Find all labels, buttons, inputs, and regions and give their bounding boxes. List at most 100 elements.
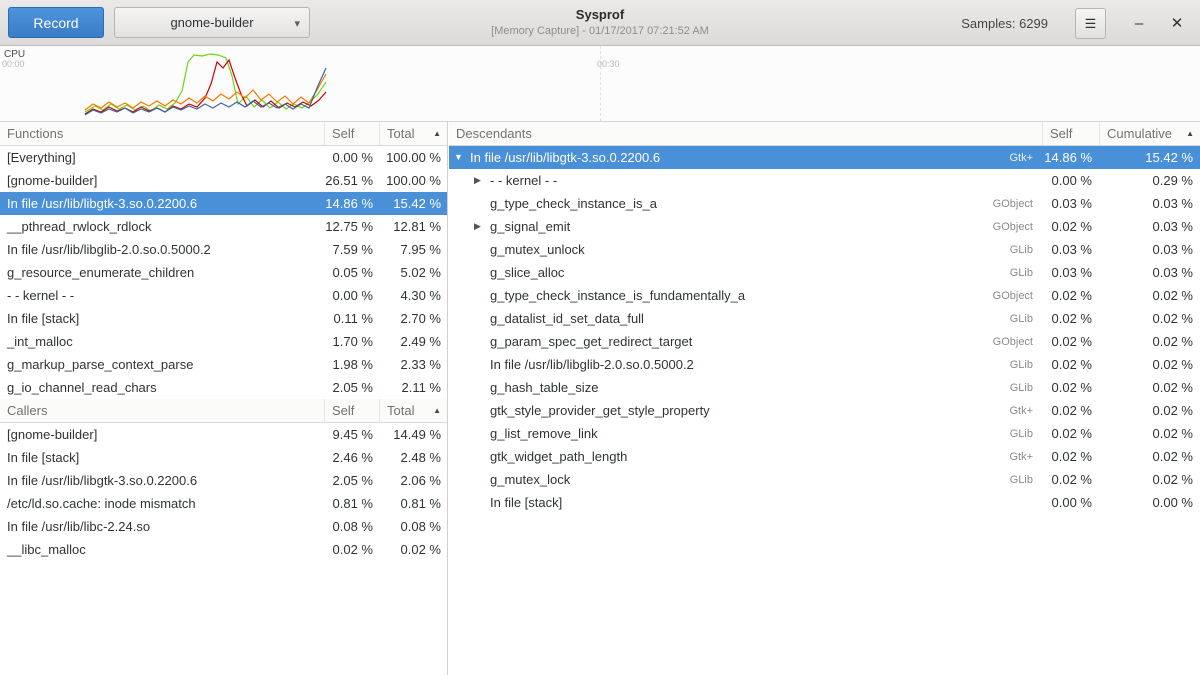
descendant-tree-cell: g_type_check_instance_is_aGObject xyxy=(449,196,1043,211)
descendant-row[interactable]: ▼In file /usr/lib/libgtk-3.so.0.2200.6Gt… xyxy=(449,146,1200,169)
function-row-self: 0.11 % xyxy=(325,311,380,326)
caller-row[interactable]: /etc/ld.so.cache: inode mismatch0.81 %0.… xyxy=(0,492,447,515)
descendant-row[interactable]: In file /usr/lib/libglib-2.0.so.0.5000.2… xyxy=(449,353,1200,376)
close-icon: ✕ xyxy=(1171,14,1184,32)
caller-row-name: __libc_malloc xyxy=(0,542,325,557)
descendant-self: 14.86 % xyxy=(1043,150,1100,165)
descendant-row[interactable]: ▶g_signal_emitGObject0.02 %0.03 % xyxy=(449,215,1200,238)
caller-row-total: 0.08 % xyxy=(380,519,447,534)
descendant-row[interactable]: g_datalist_id_set_data_fullGLib0.02 %0.0… xyxy=(449,307,1200,330)
caller-row[interactable]: In file [stack]2.46 %2.48 % xyxy=(0,446,447,469)
caller-row-self: 9.45 % xyxy=(325,427,380,442)
descendant-name: g_list_remove_link xyxy=(490,426,1010,441)
descendant-cumulative: 0.02 % xyxy=(1100,288,1200,303)
function-row-name: - - kernel - - xyxy=(0,288,325,303)
descendant-row[interactable]: gtk_style_provider_get_style_propertyGtk… xyxy=(449,399,1200,422)
close-button[interactable]: ✕ xyxy=(1162,8,1192,38)
callers-total-column-header[interactable]: Total ▲ xyxy=(380,399,447,422)
descendant-self: 0.02 % xyxy=(1043,311,1100,326)
descendant-self: 0.03 % xyxy=(1043,265,1100,280)
samples-count: Samples: 6299 xyxy=(961,0,1048,46)
descendant-tree-cell: ▼In file /usr/lib/libgtk-3.so.0.2200.6Gt… xyxy=(449,150,1043,165)
descendant-cumulative: 0.02 % xyxy=(1100,449,1200,464)
descendant-tree-cell: ▶- - kernel - - xyxy=(449,173,1043,188)
callers-column-header[interactable]: Callers xyxy=(0,399,325,422)
function-row-total: 2.11 % xyxy=(380,380,447,395)
descendant-row[interactable]: g_hash_table_sizeGLib0.02 %0.02 % xyxy=(449,376,1200,399)
function-row-name: In file [stack] xyxy=(0,311,325,326)
descendants-column-header[interactable]: Descendants xyxy=(449,122,1043,145)
caller-row-total: 0.02 % xyxy=(380,542,447,557)
function-row-name: In file /usr/lib/libgtk-3.so.0.2200.6 xyxy=(0,196,325,211)
function-row[interactable]: [Everything]0.00 %100.00 % xyxy=(0,146,447,169)
descendant-cumulative: 0.02 % xyxy=(1100,403,1200,418)
function-row[interactable]: g_markup_parse_context_parse1.98 %2.33 % xyxy=(0,353,447,376)
descendants-table-body: ▼In file /usr/lib/libgtk-3.so.0.2200.6Gt… xyxy=(449,146,1200,514)
record-button[interactable]: Record xyxy=(8,7,104,38)
descendant-row[interactable]: g_mutex_lockGLib0.02 %0.02 % xyxy=(449,468,1200,491)
descendant-category: GLib xyxy=(1010,382,1043,394)
descendant-cumulative: 0.02 % xyxy=(1100,426,1200,441)
descendant-row[interactable]: ▶- - kernel - -0.00 %0.29 % xyxy=(449,169,1200,192)
function-row-self: 14.86 % xyxy=(325,196,380,211)
minimize-button[interactable]: – xyxy=(1124,8,1154,38)
functions-table-body: [Everything]0.00 %100.00 %[gnome-builder… xyxy=(0,146,447,399)
cpu-timeline[interactable]: CPU 00:00 00:30 xyxy=(0,46,1200,122)
descendant-name: g_type_check_instance_is_fundamentally_a xyxy=(490,288,993,303)
descendant-row[interactable]: g_mutex_unlockGLib0.03 %0.03 % xyxy=(449,238,1200,261)
caller-row-total: 0.81 % xyxy=(380,496,447,511)
window-title: Sysprof xyxy=(350,7,850,22)
expander-collapsed-icon[interactable]: ▶ xyxy=(474,176,490,185)
descendant-name: gtk_style_provider_get_style_property xyxy=(490,403,1009,418)
function-row[interactable]: g_io_channel_read_chars2.05 %2.11 % xyxy=(0,376,447,399)
caller-row[interactable]: In file /usr/lib/libgtk-3.so.0.2200.62.0… xyxy=(0,469,447,492)
descendant-tree-cell: g_param_spec_get_redirect_targetGObject xyxy=(449,334,1043,349)
descendant-cumulative: 0.03 % xyxy=(1100,219,1200,234)
caller-row-self: 0.81 % xyxy=(325,496,380,511)
callers-self-column-header[interactable]: Self xyxy=(325,399,380,422)
descendants-cumulative-column-header[interactable]: Cumulative ▲ xyxy=(1100,122,1200,145)
function-row-name: __pthread_rwlock_rdlock xyxy=(0,219,325,234)
descendant-self: 0.02 % xyxy=(1043,380,1100,395)
descendant-category: GObject xyxy=(993,198,1043,210)
descendant-category: GObject xyxy=(993,221,1043,233)
function-row[interactable]: In file [stack]0.11 %2.70 % xyxy=(0,307,447,330)
descendant-row[interactable]: g_param_spec_get_redirect_targetGObject0… xyxy=(449,330,1200,353)
menu-button[interactable]: ☰ xyxy=(1075,8,1106,39)
descendant-row[interactable]: In file [stack]0.00 %0.00 % xyxy=(449,491,1200,514)
descendant-row[interactable]: g_type_check_instance_is_aGObject0.03 %0… xyxy=(449,192,1200,215)
function-row[interactable]: [gnome-builder]26.51 %100.00 % xyxy=(0,169,447,192)
functions-total-column-header[interactable]: Total ▲ xyxy=(380,122,447,145)
expander-expanded-icon[interactable]: ▼ xyxy=(454,153,470,162)
function-row[interactable]: _int_malloc1.70 %2.49 % xyxy=(0,330,447,353)
caller-row[interactable]: [gnome-builder]9.45 %14.49 % xyxy=(0,423,447,446)
function-row[interactable]: In file /usr/lib/libglib-2.0.so.0.5000.2… xyxy=(0,238,447,261)
functions-self-column-header[interactable]: Self xyxy=(325,122,380,145)
descendant-name: - - kernel - - xyxy=(490,173,1033,188)
title-box: Sysprof [Memory Capture] - 01/17/2017 07… xyxy=(350,7,850,37)
descendant-name: g_datalist_id_set_data_full xyxy=(490,311,1010,326)
functions-column-header[interactable]: Functions xyxy=(0,122,325,145)
descendant-row[interactable]: g_slice_allocGLib0.03 %0.03 % xyxy=(449,261,1200,284)
descendant-row[interactable]: g_list_remove_linkGLib0.02 %0.02 % xyxy=(449,422,1200,445)
descendant-name: In file [stack] xyxy=(490,495,1033,510)
callers-total-column-label: Total xyxy=(387,403,414,418)
descendants-self-column-header[interactable]: Self xyxy=(1043,122,1100,145)
function-row[interactable]: In file /usr/lib/libgtk-3.so.0.2200.614.… xyxy=(0,192,447,215)
descendant-self: 0.00 % xyxy=(1043,173,1100,188)
expander-collapsed-icon[interactable]: ▶ xyxy=(474,222,490,231)
caller-row[interactable]: In file /usr/lib/libc-2.24.so0.08 %0.08 … xyxy=(0,515,447,538)
function-row[interactable]: g_resource_enumerate_children0.05 %5.02 … xyxy=(0,261,447,284)
descendant-row[interactable]: gtk_widget_path_lengthGtk+0.02 %0.02 % xyxy=(449,445,1200,468)
hamburger-icon: ☰ xyxy=(1085,16,1097,32)
descendant-cumulative: 0.02 % xyxy=(1100,380,1200,395)
descendant-cumulative: 0.03 % xyxy=(1100,265,1200,280)
function-row[interactable]: - - kernel - -0.00 %4.30 % xyxy=(0,284,447,307)
process-selector[interactable]: gnome-builder ▾ xyxy=(114,7,310,38)
function-row-name: g_markup_parse_context_parse xyxy=(0,357,325,372)
caller-row[interactable]: __libc_malloc0.02 %0.02 % xyxy=(0,538,447,561)
descendant-tree-cell: In file [stack] xyxy=(449,495,1043,510)
function-row-name: _int_malloc xyxy=(0,334,325,349)
function-row[interactable]: __pthread_rwlock_rdlock12.75 %12.81 % xyxy=(0,215,447,238)
descendant-row[interactable]: g_type_check_instance_is_fundamentally_a… xyxy=(449,284,1200,307)
